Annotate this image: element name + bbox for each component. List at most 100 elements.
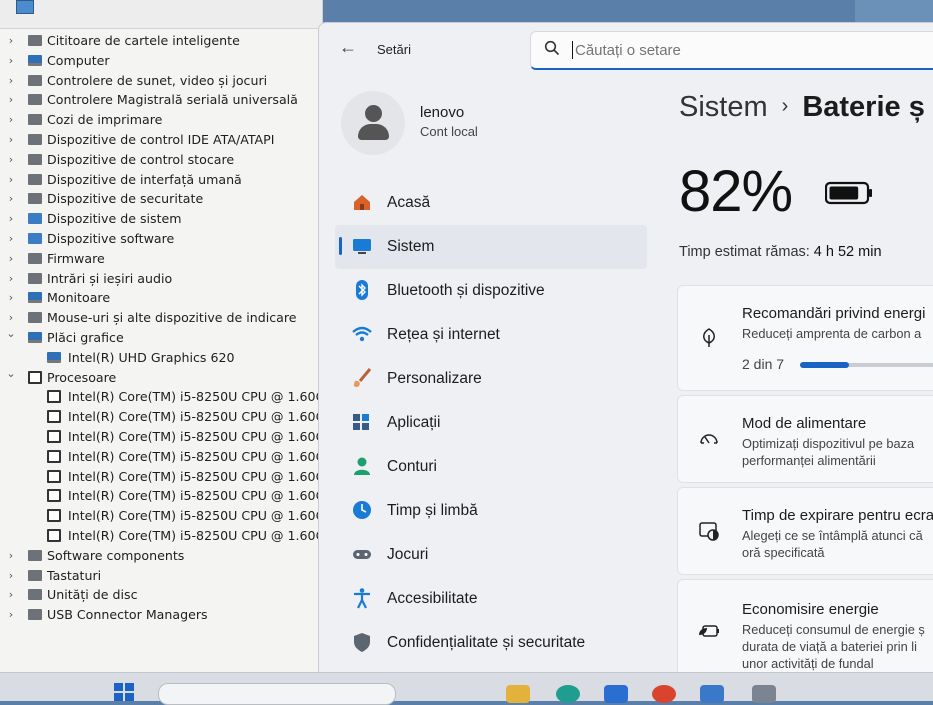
nav-item-2[interactable]: Bluetooth și dispozitive: [335, 269, 647, 313]
chevron-down-icon[interactable]: ⌄: [6, 324, 16, 344]
device-category[interactable]: ⌄ Procesoare: [0, 367, 322, 388]
edge-icon[interactable]: [556, 685, 580, 703]
computer-icon: [28, 54, 42, 66]
back-arrow-icon[interactable]: ←: [339, 37, 357, 58]
device-category[interactable]: › Monitoare: [0, 288, 322, 308]
nav-item-8[interactable]: Jocuri: [335, 533, 647, 577]
device-label: Monitoare: [47, 290, 111, 306]
chevron-right-icon[interactable]: ›: [6, 209, 16, 229]
energy-saver-card[interactable]: Economisire energie Reduceți consumul de…: [677, 579, 933, 673]
windows-start-icon[interactable]: [112, 681, 136, 701]
nav-item-10[interactable]: Confidențialitate și securitate: [335, 621, 647, 665]
device-category[interactable]: › Computer: [0, 51, 322, 71]
device-category[interactable]: › Unități de disc: [0, 585, 322, 605]
device-category[interactable]: › Dispozitive de sistem: [0, 209, 322, 229]
chevron-right-icon[interactable]: ›: [6, 31, 16, 51]
chevron-right-icon[interactable]: ›: [6, 71, 16, 91]
processor-icon: [47, 429, 61, 443]
nav-item-3[interactable]: Rețea și internet: [335, 313, 647, 357]
nav-item-5[interactable]: Aplicații: [335, 401, 647, 445]
account-type: Cont local: [420, 124, 478, 139]
device-category[interactable]: › Cozi de imprimare: [0, 110, 322, 130]
app-title: Setări: [377, 42, 411, 57]
display-adapter-icon: [28, 331, 42, 343]
processor-icon: [47, 528, 61, 542]
screen-timeout-icon: [699, 522, 719, 541]
device-item[interactable]: Intel(R) Core(TM) i5-8250U CPU @ 1.60GHz: [0, 447, 322, 467]
chevron-right-icon[interactable]: ›: [6, 90, 16, 110]
audio-io-icon: [28, 272, 42, 284]
device-label: Dispozitive de securitate: [47, 191, 204, 207]
device-category[interactable]: › USB Connector Managers: [0, 605, 322, 625]
device-category[interactable]: › Dispozitive de control stocare: [0, 150, 322, 170]
device-category[interactable]: › Tastaturi: [0, 566, 322, 586]
device-item[interactable]: Intel(R) Core(TM) i5-8250U CPU @ 1.60GHz: [0, 506, 322, 526]
chevron-right-icon[interactable]: ›: [6, 229, 16, 249]
chevron-right-icon[interactable]: ›: [6, 288, 16, 308]
screen-timeout-card[interactable]: Timp de expirare pentru ecra Alegeți ce …: [677, 487, 933, 575]
chevron-right-icon[interactable]: ›: [6, 566, 16, 586]
chevron-right-icon[interactable]: ›: [6, 546, 16, 566]
chevron-right-icon[interactable]: ›: [6, 150, 16, 170]
chevron-right-icon[interactable]: ›: [6, 110, 16, 130]
device-category[interactable]: › Intrări și ieșiri audio: [0, 269, 322, 289]
user-name: lenovo: [420, 104, 465, 121]
device-category[interactable]: › Mouse-uri și alte dispozitive de indica…: [0, 308, 322, 328]
card-description-line-2: performanței alimentării: [742, 453, 876, 468]
device-category[interactable]: › Controlere Magistrală serială universal…: [0, 90, 322, 110]
device-category[interactable]: › Firmware: [0, 249, 322, 269]
device-item[interactable]: Intel(R) UHD Graphics 620: [0, 348, 322, 368]
battery-saver-icon: [699, 625, 719, 637]
nav-item-4[interactable]: Personalizare: [335, 357, 647, 401]
estimated-time-value: 4 h 52 min: [813, 244, 882, 260]
user-profile[interactable]: lenovo Cont local: [341, 91, 641, 155]
breadcrumb-parent[interactable]: Sistem: [679, 91, 768, 123]
device-item[interactable]: Intel(R) Core(TM) i5-8250U CPU @ 1.60GHz: [0, 467, 322, 487]
processor-icon: [47, 390, 61, 404]
chevron-right-icon[interactable]: ›: [6, 189, 16, 209]
device-item[interactable]: Intel(R) Core(TM) i5-8250U CPU @ 1.60GHz: [0, 427, 322, 447]
chevron-right-icon[interactable]: ›: [6, 269, 16, 289]
power-mode-icon: [700, 434, 718, 444]
processor-icon: [47, 410, 61, 424]
device-item[interactable]: Intel(R) Core(TM) i5-8250U CPU @ 1.60GHz: [0, 526, 322, 546]
device-item[interactable]: Intel(R) Core(TM) i5-8250U CPU @ 1.60GHz: [0, 387, 322, 407]
nav-label: Sistem: [387, 238, 435, 255]
device-category[interactable]: › Dispozitive software: [0, 229, 322, 249]
device-item[interactable]: Intel(R) Core(TM) i5-8250U CPU @ 1.60GHz: [0, 407, 322, 427]
device-category[interactable]: › Dispozitive de interfață umană: [0, 170, 322, 190]
chevron-right-icon[interactable]: ›: [6, 51, 16, 71]
device-category[interactable]: › Cititoare de cartele inteligente: [0, 31, 322, 51]
nav-label: Jocuri: [387, 546, 429, 563]
settings-taskbar-icon[interactable]: [700, 685, 724, 703]
taskbar-search[interactable]: [158, 683, 396, 705]
device-label: Intel(R) Core(TM) i5-8250U CPU @ 1.60GHz: [68, 409, 323, 425]
chevron-down-icon[interactable]: ⌄: [6, 364, 16, 384]
nav-item-1[interactable]: Sistem: [335, 225, 647, 269]
chrome-icon[interactable]: [652, 685, 676, 703]
device-label: Intrări și ieșiri audio: [47, 270, 173, 286]
device-manager-icon: [16, 0, 34, 14]
device-category[interactable]: › Dispozitive de control IDE ATA/ATAPI: [0, 130, 322, 150]
device-category[interactable]: › Software components: [0, 546, 322, 566]
power-mode-card[interactable]: Mod de alimentare Optimizați dispozitivu…: [677, 395, 933, 483]
nav-item-0[interactable]: Acasă: [335, 181, 647, 225]
device-category[interactable]: › Dispozitive de securitate: [0, 189, 322, 209]
chevron-right-icon[interactable]: ›: [6, 170, 16, 190]
chevron-right-icon[interactable]: ›: [6, 585, 16, 605]
progress-label: 2 din 7: [742, 356, 785, 372]
nav-item-6[interactable]: Conturi: [335, 445, 647, 489]
chevron-right-icon[interactable]: ›: [6, 249, 16, 269]
nav-item-7[interactable]: Timp și limbă: [335, 489, 647, 533]
chevron-right-icon[interactable]: ›: [6, 130, 16, 150]
mouse-icon: [28, 312, 42, 324]
file-explorer-icon[interactable]: [506, 685, 530, 703]
store-icon[interactable]: [604, 685, 628, 703]
nav-item-9[interactable]: Accesibilitate: [335, 577, 647, 621]
device-manager-taskbar-icon[interactable]: [752, 685, 776, 703]
chevron-right-icon[interactable]: ›: [6, 605, 16, 625]
device-category[interactable]: › Controlere de sunet, video și jocuri: [0, 71, 322, 91]
energy-recommendations-card[interactable]: Recomandări privind energi Reduceți ampr…: [677, 285, 933, 391]
device-item[interactable]: Intel(R) Core(TM) i5-8250U CPU @ 1.60GHz: [0, 486, 322, 506]
device-category[interactable]: ⌄ Plăci grafice: [0, 327, 322, 348]
